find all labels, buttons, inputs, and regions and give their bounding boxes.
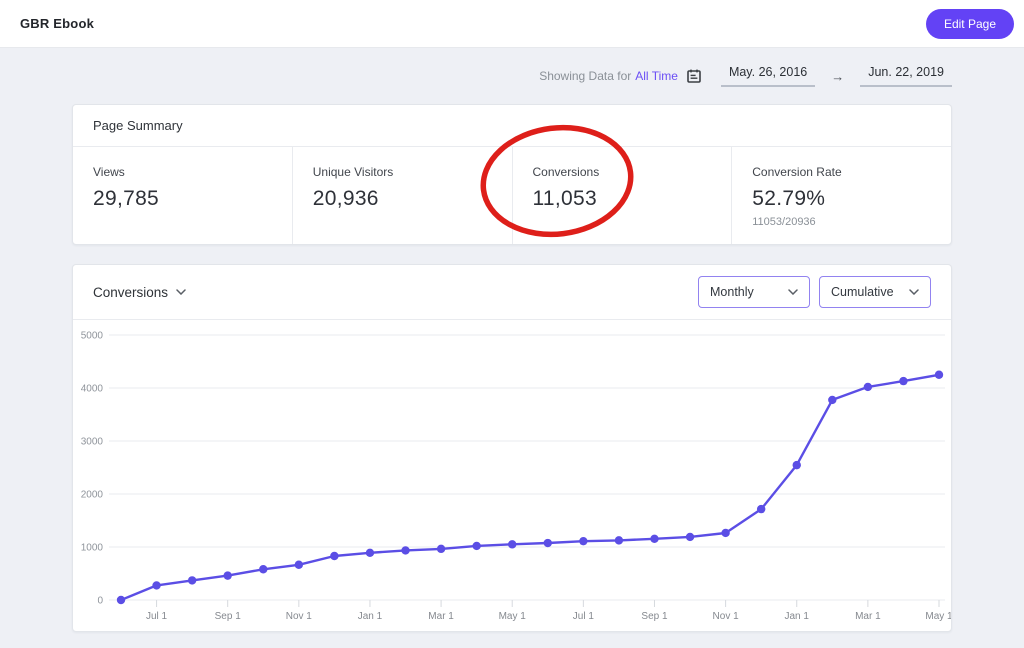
metric-views: Views 29,785 [73, 147, 292, 244]
conversions-line-chart: 0 1000 2000 3000 4000 5000 Jul 1 Sep 1 Nov 1 Jan … [81, 331, 951, 623]
svg-text:May 1: May 1 [499, 611, 527, 622]
top-bar: GBR Ebook Edit Page [0, 0, 1024, 48]
svg-text:4000: 4000 [81, 384, 104, 395]
calendar-icon[interactable] [687, 69, 701, 83]
metric-conversions: Conversions 11,053 [511, 147, 732, 244]
page-title: GBR Ebook [20, 16, 95, 31]
svg-text:Sep 1: Sep 1 [215, 611, 242, 622]
showing-data-label: Showing Data for [539, 69, 632, 83]
svg-text:Nov 1: Nov 1 [286, 611, 313, 622]
chevron-down-icon [909, 289, 919, 295]
svg-text:5000: 5000 [81, 331, 104, 342]
metric-dropdown-label: Conversions [93, 284, 169, 300]
mode-select[interactable]: Cumulative [819, 276, 931, 308]
date-filter-bar: Showing Data for All Time May. 26, 2016 … [72, 48, 952, 100]
svg-text:Mar 1: Mar 1 [855, 611, 881, 622]
svg-text:3000: 3000 [81, 437, 104, 448]
metric-label: Conversions [532, 165, 600, 179]
svg-text:Mar 1: Mar 1 [428, 611, 454, 622]
page-summary-card: Page Summary Views 29,785 Unique Visitor… [72, 104, 952, 245]
chart-area: 0 1000 2000 3000 4000 5000 Jul 1 Sep 1 Nov 1 Jan … [73, 320, 951, 631]
metric-value: 20,936 [312, 187, 379, 210]
page-summary-title: Page Summary [73, 105, 951, 147]
mode-select-value: Cumulative [831, 285, 894, 299]
svg-text:Sep 1: Sep 1 [641, 611, 668, 622]
end-date-input[interactable]: Jun. 22, 2019 [860, 65, 952, 87]
metrics-row: Views 29,785 Unique Visitors 20,936 Conv… [73, 124, 951, 244]
svg-text:May 1: May 1 [925, 611, 951, 622]
svg-text:Jul 1: Jul 1 [146, 611, 168, 622]
chevron-down-icon [788, 289, 798, 295]
chevron-down-icon [176, 289, 186, 295]
interval-select-value: Monthly [710, 285, 754, 299]
chart-header: Conversions Monthly Cumulative [73, 265, 951, 320]
metric-label: Views [93, 165, 125, 179]
svg-text:2000: 2000 [81, 490, 104, 501]
svg-text:1000: 1000 [81, 543, 104, 554]
metric-dropdown[interactable]: Conversions [93, 285, 186, 300]
arrow-right-icon: → [831, 68, 845, 84]
metric-fraction: 11053/20936 [752, 216, 816, 228]
metric-label: Unique Visitors [312, 165, 394, 179]
svg-text:Jul 1: Jul 1 [573, 611, 595, 622]
edit-page-button[interactable]: Edit Page [925, 8, 1014, 39]
svg-text:0: 0 [97, 596, 103, 607]
interval-select[interactable]: Monthly [698, 276, 810, 308]
metric-value: 29,785 [93, 187, 160, 210]
start-date-input[interactable]: May. 26, 2016 [720, 65, 816, 87]
metric-label: Conversion Rate [752, 165, 842, 179]
conversions-chart-card: Conversions Monthly Cumulative 0 1000 200 [72, 264, 952, 632]
metric-unique-visitors: Unique Visitors 20,936 [291, 147, 512, 244]
metric-conversion-rate: Conversion Rate 52.79% 11053/20936 [731, 147, 951, 244]
svg-text:Jan 1: Jan 1 [358, 611, 383, 622]
svg-text:Jan 1: Jan 1 [785, 611, 810, 622]
metric-value: 52.79% [752, 187, 826, 210]
metric-value: 11,053 [532, 187, 597, 210]
svg-text:Nov 1: Nov 1 [713, 611, 740, 622]
all-time-link[interactable]: All Time [635, 69, 678, 83]
